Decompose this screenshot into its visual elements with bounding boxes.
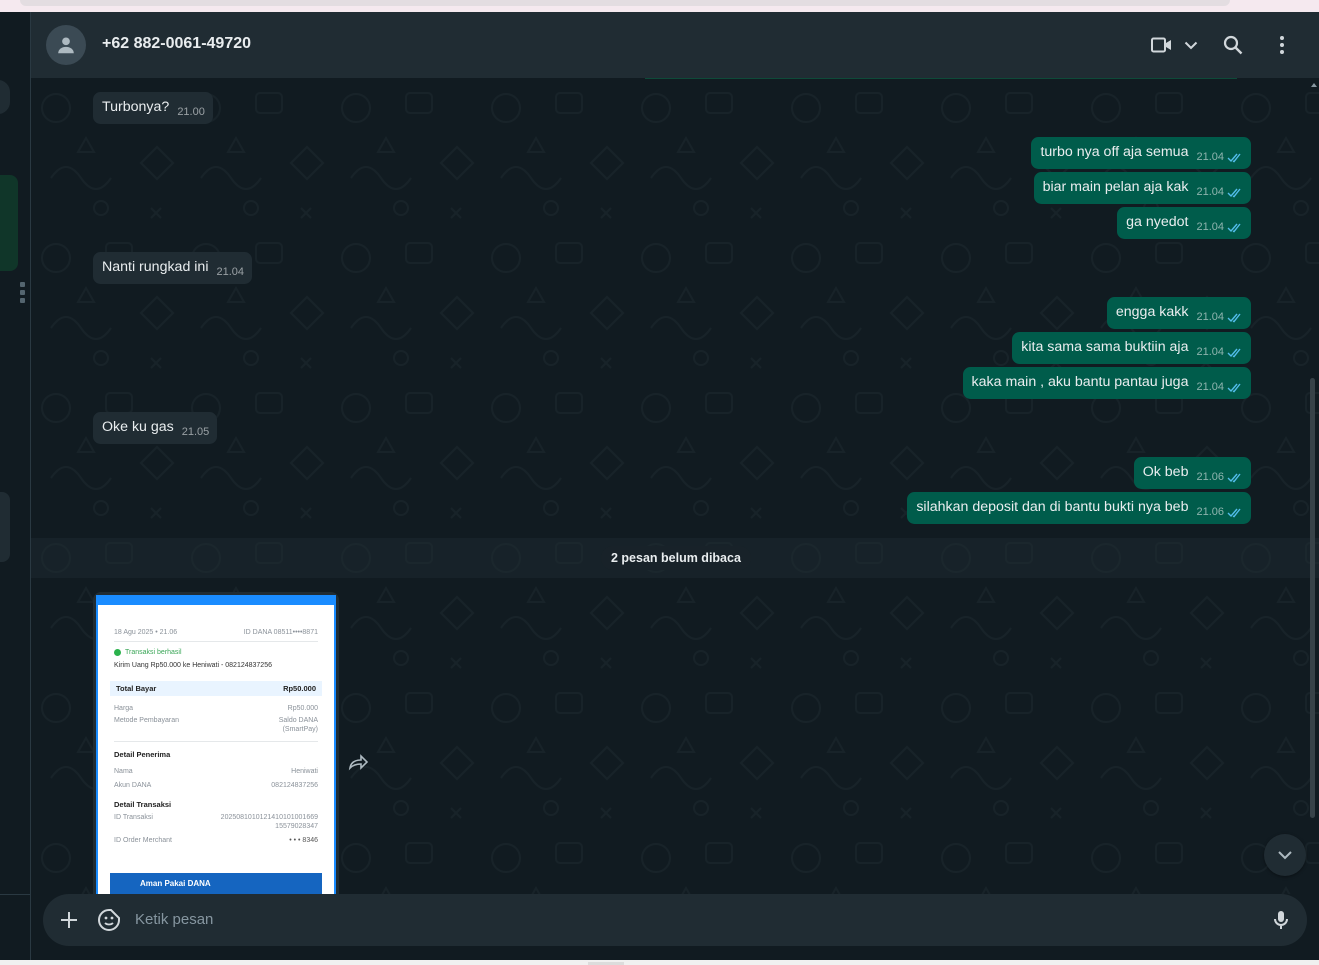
message-time: 21.05 xyxy=(181,426,210,438)
message-outgoing[interactable]: turbo nya off aja semua 21.04 xyxy=(1031,137,1251,169)
receipt-image[interactable]: 18 Agu 2025 • 21.06 ID DANA 08511••••8871… xyxy=(96,595,336,894)
message-outgoing[interactable]: Ok beb 21.06 xyxy=(1133,457,1251,489)
harga-value: Rp50.000 xyxy=(287,705,318,712)
receipt-status: Transaksi berhasil xyxy=(125,649,182,656)
chat-list-pane-edge xyxy=(0,12,31,960)
message-text: Ok beb xyxy=(1142,464,1189,480)
message-text: biar main pelan aja kak xyxy=(1042,179,1189,195)
read-receipt-icon xyxy=(1227,188,1241,198)
message-text: silahkan deposit dan di bantu bukti nya … xyxy=(916,499,1189,515)
message-text: Oke ku gas xyxy=(102,419,174,435)
chevron-down-icon xyxy=(1184,41,1198,50)
nama-value: Heniwati xyxy=(291,768,318,775)
nama-label: Nama xyxy=(114,768,133,775)
selected-chat-edge[interactable] xyxy=(0,175,18,271)
unread-divider: 2 pesan belum dibaca xyxy=(31,538,1319,578)
mic-icon xyxy=(1274,911,1288,929)
sticker-icon xyxy=(98,909,120,931)
video-call-icon xyxy=(1151,37,1171,53)
scroll-down-button[interactable] xyxy=(1264,834,1306,876)
id-order-label: ID Order Merchant xyxy=(114,837,172,844)
message-input[interactable]: Ketik pesan xyxy=(135,911,213,928)
scrollbar[interactable] xyxy=(1310,378,1315,818)
contact-name[interactable]: +62 882-0061-49720 xyxy=(102,35,251,53)
plus-icon xyxy=(61,912,77,928)
read-receipt-icon xyxy=(1227,348,1241,358)
message-text: Turbonya? xyxy=(102,99,170,115)
search-icon xyxy=(1223,35,1243,55)
message-outgoing[interactable]: kita sama sama buktiin aja 21.04 xyxy=(1012,332,1251,364)
composer: Ketik pesan xyxy=(31,894,1319,960)
message-time: 21.00 xyxy=(177,106,205,118)
message-incoming[interactable]: Nanti rungkad ini 21.04 xyxy=(93,252,252,284)
message-time: 21.04 xyxy=(1196,311,1224,323)
metode-label: Metode Pembayaran xyxy=(114,717,179,724)
chevron-down-icon xyxy=(1278,851,1292,860)
message-time: 21.04 xyxy=(1196,186,1224,198)
message-pane[interactable]: Turbonya? 21.00 turbo nya off aja semua … xyxy=(31,78,1319,894)
message-time: 21.06 xyxy=(1196,471,1224,483)
unread-label: 2 pesan belum dibaca xyxy=(601,546,751,570)
receipt-banner: Aman Pakai DANA xyxy=(110,873,322,894)
message-time: 21.06 xyxy=(1196,506,1224,518)
message-outgoing[interactable]: kaka main , aku bantu pantau juga 21.04 xyxy=(962,367,1251,399)
attach-button[interactable] xyxy=(57,908,81,937)
id-order-value: • • • 8346 xyxy=(289,837,318,844)
success-icon xyxy=(114,649,121,656)
message-text: Nanti rungkad ini xyxy=(102,259,209,275)
message-incoming[interactable]: Turbonya? 21.00 xyxy=(93,92,213,124)
id-transaksi-value: 2025081010121410101001669 xyxy=(220,814,318,821)
akun-label: Akun DANA xyxy=(114,782,152,789)
video-call-button[interactable] xyxy=(1151,33,1199,57)
read-receipt-icon xyxy=(1227,508,1241,518)
message-text: turbo nya off aja semua xyxy=(1040,144,1189,160)
window-top-strip xyxy=(0,0,1319,12)
message-outgoing[interactable]: ga nyedot 21.04 xyxy=(1117,207,1251,239)
read-receipt-icon xyxy=(1227,473,1241,483)
id-transaksi-label: ID Transaksi xyxy=(114,814,153,821)
message-time: 21.04 xyxy=(1196,381,1224,393)
message-time: 21.04 xyxy=(1196,346,1224,358)
harga-label: Harga xyxy=(114,705,134,712)
message-text: kaka main , aku bantu pantau juga xyxy=(971,374,1189,390)
total-label: Total Bayar xyxy=(116,684,157,693)
read-receipt-icon xyxy=(1227,153,1241,163)
composer-bar[interactable]: Ketik pesan xyxy=(43,894,1307,946)
search-button[interactable] xyxy=(1223,33,1243,57)
metode-value-sub: (SmartPay) xyxy=(282,726,318,733)
message-incoming[interactable]: Oke ku gas 21.05 xyxy=(93,412,218,444)
voice-message-button[interactable] xyxy=(1269,908,1293,937)
message-text: ga nyedot xyxy=(1126,214,1189,230)
receipt-date: 18 Agu 2025 • 21.06 xyxy=(114,629,178,636)
message-text: engga kakk xyxy=(1115,304,1189,320)
forward-icon xyxy=(348,754,369,771)
message-outgoing[interactable]: engga kakk 21.04 xyxy=(1106,297,1251,329)
read-receipt-icon xyxy=(1227,313,1241,323)
id-transaksi-value-sub: 15579028347 xyxy=(275,823,318,830)
receipt-dana-id: ID DANA 08511••••8871 xyxy=(243,629,318,636)
forward-button[interactable] xyxy=(347,753,369,776)
message-text: kita sama sama buktiin aja xyxy=(1021,339,1189,355)
menu-button[interactable] xyxy=(1279,33,1285,57)
read-receipt-icon xyxy=(1227,223,1241,233)
sticker-button[interactable] xyxy=(97,908,121,937)
metode-value: Saldo DANA xyxy=(278,717,318,724)
chat-header: +62 882-0061-49720 xyxy=(31,12,1319,78)
image-message[interactable]: 18 Agu 2025 • 21.06 ID DANA 08511••••8871… xyxy=(93,592,339,894)
user-icon xyxy=(58,37,74,54)
penerima-title: Detail Penerima xyxy=(114,750,171,759)
message-time: 21.04 xyxy=(1196,151,1224,163)
message-time: 21.04 xyxy=(216,266,244,278)
menu-icon xyxy=(1280,36,1284,54)
message-time: 21.04 xyxy=(1196,221,1224,233)
akun-value: 082124837256 xyxy=(271,782,318,789)
total-value: Rp50.000 xyxy=(283,684,316,693)
avatar[interactable] xyxy=(46,25,86,65)
receipt-description: Kirim Uang Rp50.000 ke Heniwati - 082124… xyxy=(114,662,272,669)
read-receipt-icon xyxy=(1227,383,1241,393)
message-outgoing[interactable]: silahkan deposit dan di bantu bukti nya … xyxy=(907,492,1251,524)
window-bottom-strip xyxy=(0,960,1319,965)
message-outgoing[interactable]: biar main pelan aja kak 21.04 xyxy=(1033,172,1251,204)
transaksi-title: Detail Transaksi xyxy=(114,800,172,809)
